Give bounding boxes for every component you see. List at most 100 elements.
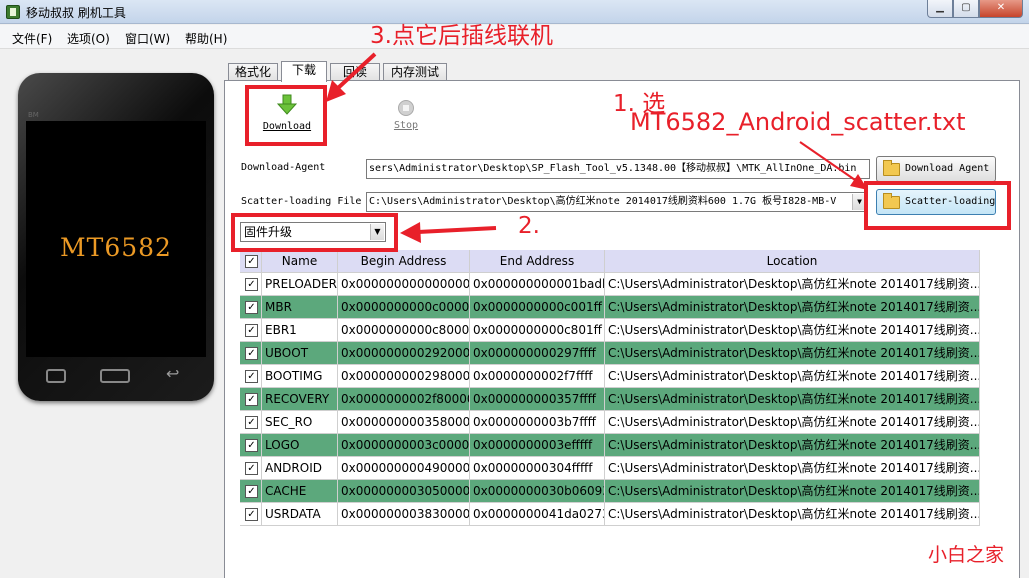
table-row[interactable]: ✓ MBR 0x0000000000c00000 0x0000000000c001ff… [240, 296, 980, 319]
menu-file[interactable]: 文件(F) [12, 30, 52, 47]
cell-begin-address: 0x0000000000c00000 [338, 296, 470, 319]
header-end-address[interactable]: End Address [470, 250, 605, 273]
cell-name: UBOOT [262, 342, 338, 365]
maximize-button[interactable]: ▢ [953, 0, 979, 18]
cell-location: C:\Users\Administrator\Desktop\高仿红米note … [605, 480, 980, 503]
table-row[interactable]: ✓ RECOVERY 0x0000000002f80000 0x00000000035… [240, 388, 980, 411]
header-checkbox-cell: ✓ [240, 250, 262, 273]
download-agent-field[interactable]: sers\Administrator\Desktop\SP_Flash_Tool… [366, 159, 870, 179]
row-checkbox[interactable]: ✓ [245, 393, 258, 406]
close-button[interactable]: ✕ [979, 0, 1023, 18]
tab-memory-test[interactable]: 内存测试 [383, 63, 447, 81]
row-checkbox[interactable]: ✓ [245, 301, 258, 314]
watermark: 小白之家 [928, 544, 1005, 566]
row-checkbox-cell: ✓ [240, 273, 262, 296]
menu-options[interactable]: 选项(O) [67, 30, 110, 47]
cell-begin-address: 0x0000000003580000 [338, 411, 470, 434]
phone-image: BM MT6582 ↩ [18, 73, 214, 401]
table-row[interactable]: ✓ ANDROID 0x0000000004900000 0x00000000304f… [240, 457, 980, 480]
table-row[interactable]: ✓ CACHE 0x0000000030500000 0x0000000030b060… [240, 480, 980, 503]
step1-annotation-line2: MT6582_Android_scatter.txt [630, 108, 966, 136]
table-row[interactable]: ✓ SEC_RO 0x0000000003580000 0x0000000003b7f… [240, 411, 980, 434]
table-row[interactable]: ✓ EBR1 0x0000000000c80000 0x0000000000c801f… [240, 319, 980, 342]
table-row[interactable]: ✓ USRDATA 0x0000000038300000 0x0000000041da… [240, 503, 980, 526]
table-row[interactable]: ✓ UBOOT 0x0000000002920000 0x000000000297ff… [240, 342, 980, 365]
row-checkbox[interactable]: ✓ [245, 439, 258, 452]
cell-begin-address: 0x0000000002980000 [338, 365, 470, 388]
cell-location: C:\Users\Administrator\Desktop\高仿红米note … [605, 342, 980, 365]
table-row[interactable]: ✓ BOOTIMG 0x0000000002980000 0x0000000002f7… [240, 365, 980, 388]
row-checkbox-cell: ✓ [240, 434, 262, 457]
scatter-file-combo[interactable]: C:\Users\Administrator\Desktop\高仿红米note … [366, 192, 868, 212]
row-checkbox[interactable]: ✓ [245, 416, 258, 429]
cell-begin-address: 0x0000000002920000 [338, 342, 470, 365]
phone-screen: MT6582 [26, 121, 206, 357]
cell-name: EBR1 [262, 319, 338, 342]
row-checkbox-cell: ✓ [240, 388, 262, 411]
cell-begin-address: 0x0000000003c00000 [338, 434, 470, 457]
cell-location: C:\Users\Administrator\Desktop\高仿红米note … [605, 296, 980, 319]
header-name[interactable]: Name [262, 250, 338, 273]
cell-end-address: 0x000000000357ffff [470, 388, 605, 411]
stop-button[interactable]: Stop [380, 96, 432, 136]
phone-home-key-icon [100, 369, 130, 383]
cell-end-address: 0x0000000000c001ff [470, 296, 605, 319]
step2-annotation: 2. [518, 213, 540, 239]
cell-location: C:\Users\Administrator\Desktop\高仿红米note … [605, 434, 980, 457]
cell-end-address: 0x0000000002f7ffff [470, 365, 605, 388]
table-row[interactable]: ✓ PRELOADER 0x0000000000000000 0x0000000000… [240, 273, 980, 296]
cell-begin-address: 0x0000000000000000 [338, 273, 470, 296]
download-agent-label: Download-Agent [241, 162, 326, 173]
cell-begin-address: 0x0000000002f80000 [338, 388, 470, 411]
row-checkbox[interactable]: ✓ [245, 370, 258, 383]
menu-window[interactable]: 窗口(W) [125, 30, 170, 47]
step3-annotation: 3.点它后插线联机 [370, 23, 553, 49]
download-highlight-box [245, 85, 327, 146]
row-checkbox-cell: ✓ [240, 503, 262, 526]
cell-location: C:\Users\Administrator\Desktop\高仿红米note … [605, 503, 980, 526]
row-checkbox[interactable]: ✓ [245, 278, 258, 291]
row-checkbox[interactable]: ✓ [245, 485, 258, 498]
tab-readback[interactable]: 回读 [330, 63, 380, 81]
cell-name: USRDATA [262, 503, 338, 526]
download-agent-button-label: Download Agent [905, 163, 990, 174]
row-checkbox-cell: ✓ [240, 319, 262, 342]
window-controls: ▁ ▢ ✕ [927, 0, 1023, 18]
cell-name: PRELOADER [262, 273, 338, 296]
cell-name: ANDROID [262, 457, 338, 480]
row-checkbox[interactable]: ✓ [245, 508, 258, 521]
row-checkbox[interactable]: ✓ [245, 347, 258, 360]
row-checkbox[interactable]: ✓ [245, 462, 258, 475]
cell-name: LOGO [262, 434, 338, 457]
cell-begin-address: 0x0000000030500000 [338, 480, 470, 503]
select-all-checkbox[interactable]: ✓ [245, 255, 258, 268]
phone-model-label: MT6582 [60, 233, 172, 262]
header-begin-address[interactable]: Begin Address [338, 250, 470, 273]
stop-icon [398, 100, 414, 116]
cell-location: C:\Users\Administrator\Desktop\高仿红米note … [605, 388, 980, 411]
cell-end-address: 0x0000000041da0273 [470, 503, 605, 526]
cell-name: SEC_RO [262, 411, 338, 434]
cell-name: CACHE [262, 480, 338, 503]
cell-end-address: 0x0000000003b7ffff [470, 411, 605, 434]
table-row[interactable]: ✓ LOGO 0x0000000003c00000 0x0000000003effff… [240, 434, 980, 457]
tab-download[interactable]: 下载 [281, 61, 327, 82]
cell-location: C:\Users\Administrator\Desktop\高仿红米note … [605, 457, 980, 480]
stop-button-label: Stop [393, 120, 419, 131]
header-location[interactable]: Location [605, 250, 980, 273]
cell-begin-address: 0x0000000004900000 [338, 457, 470, 480]
minimize-button[interactable]: ▁ [927, 0, 953, 18]
tab-format[interactable]: 格式化 [228, 63, 278, 81]
menu-help[interactable]: 帮助(H) [185, 30, 227, 47]
cell-end-address: 0x000000000297ffff [470, 342, 605, 365]
cell-end-address: 0x000000000001badb [470, 273, 605, 296]
download-agent-button[interactable]: Download Agent [876, 156, 996, 182]
cell-begin-address: 0x0000000038300000 [338, 503, 470, 526]
phone-brand: BM [28, 111, 39, 119]
cell-location: C:\Users\Administrator\Desktop\高仿红米note … [605, 319, 980, 342]
row-checkbox-cell: ✓ [240, 457, 262, 480]
cell-location: C:\Users\Administrator\Desktop\高仿红米note … [605, 273, 980, 296]
cell-end-address: 0x0000000003efffff [470, 434, 605, 457]
row-checkbox[interactable]: ✓ [245, 324, 258, 337]
cell-name: BOOTIMG [262, 365, 338, 388]
